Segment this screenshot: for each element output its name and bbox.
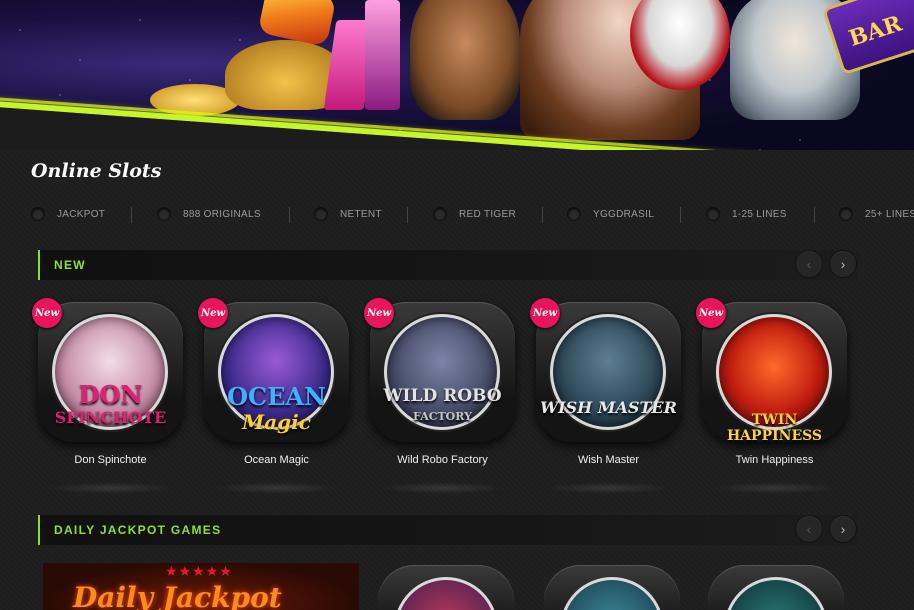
filter-1-25-lines[interactable]: 1-25 LINES xyxy=(706,204,787,224)
filter-divider xyxy=(542,207,543,223)
filter-divider xyxy=(289,207,290,223)
game-thumbnail[interactable] xyxy=(560,577,664,610)
tile-shadow xyxy=(712,482,837,494)
new-badge: New xyxy=(696,298,726,328)
game-thumbnail[interactable] xyxy=(394,577,498,610)
radio-icon[interactable] xyxy=(839,207,853,221)
game-logo: TWIN HAPPINESS xyxy=(726,412,823,444)
new-badge: New xyxy=(530,298,560,328)
filter-netent[interactable]: NETENT xyxy=(314,204,382,224)
filter-divider xyxy=(407,207,408,223)
crystal-artwork xyxy=(365,0,400,110)
filter-888-originals[interactable]: 888 ORIGINALS xyxy=(157,204,261,224)
radio-icon[interactable] xyxy=(567,207,581,221)
game-logo: DON xyxy=(78,380,143,409)
daily-jackpot-banner[interactable]: ★★★★★ Daily Jackpot xyxy=(43,563,359,610)
section-header-new: NEW xyxy=(38,250,858,280)
prev-button[interactable]: ‹ xyxy=(795,515,823,543)
prev-button[interactable]: ‹ xyxy=(795,250,823,278)
game-logo: SPINCHOTE xyxy=(54,408,167,427)
page-title: Online Slots xyxy=(31,160,162,182)
game-name[interactable]: Twin Happiness xyxy=(702,454,847,466)
game-tile[interactable] xyxy=(708,565,844,610)
new-badge: New xyxy=(32,298,62,328)
filter-yggdrasil[interactable]: YGGDRASIL xyxy=(567,204,654,224)
game-name[interactable]: Ocean Magic xyxy=(204,454,349,466)
tile-shadow xyxy=(48,482,173,494)
chevron-left-icon: ‹ xyxy=(806,521,812,537)
next-button[interactable]: › xyxy=(829,250,857,278)
radio-icon[interactable] xyxy=(433,207,447,221)
section-header-daily-jackpot: DAILY JACKPOT GAMES xyxy=(38,515,858,545)
filter-red-tiger[interactable]: RED TIGER xyxy=(433,204,516,224)
tile-shadow xyxy=(214,482,339,494)
next-button[interactable]: › xyxy=(829,515,857,543)
radio-icon[interactable] xyxy=(157,207,171,221)
game-name[interactable]: Wish Master xyxy=(536,454,681,466)
game-logo: WILD ROBO xyxy=(383,386,502,406)
game-logo: FACTORY xyxy=(413,410,472,423)
daily-jackpot-title: Daily Jackpot xyxy=(73,581,282,610)
star-rating-icon: ★★★★★ xyxy=(165,563,233,579)
new-badge: New xyxy=(364,298,394,328)
game-tile[interactable] xyxy=(544,565,680,610)
radio-icon[interactable] xyxy=(706,207,720,221)
section-title: NEW xyxy=(54,258,86,272)
chevron-right-icon: › xyxy=(840,256,846,272)
game-logo: Magic xyxy=(242,410,311,434)
filter-25-plus-lines[interactable]: 25+ LINES xyxy=(839,204,914,224)
filter-divider xyxy=(814,207,815,223)
radio-icon[interactable] xyxy=(31,207,45,221)
hero-banner[interactable]: BAR xyxy=(0,0,914,160)
filter-bar: JACKPOT 888 ORIGINALS NETENT RED TIGER Y… xyxy=(0,204,914,224)
game-tile[interactable] xyxy=(378,565,514,610)
game-thumbnail[interactable] xyxy=(724,577,828,610)
game-logo: WISH MASTER xyxy=(540,398,677,417)
tile-shadow xyxy=(546,482,671,494)
filter-jackpot[interactable]: JACKPOT xyxy=(31,204,105,224)
chevron-left-icon: ‹ xyxy=(806,256,812,272)
cleopatra-character-artwork xyxy=(410,0,520,120)
filter-divider xyxy=(131,207,132,223)
radio-icon[interactable] xyxy=(314,207,328,221)
game-name[interactable]: Don Spinchote xyxy=(38,454,183,466)
new-badge: New xyxy=(198,298,228,328)
filter-divider xyxy=(680,207,681,223)
chevron-right-icon: › xyxy=(840,521,846,537)
tile-shadow xyxy=(380,482,505,494)
section-title: DAILY JACKPOT GAMES xyxy=(54,523,222,537)
game-name[interactable]: Wild Robo Factory xyxy=(370,454,515,466)
game-logo: OCEAN xyxy=(227,382,326,411)
